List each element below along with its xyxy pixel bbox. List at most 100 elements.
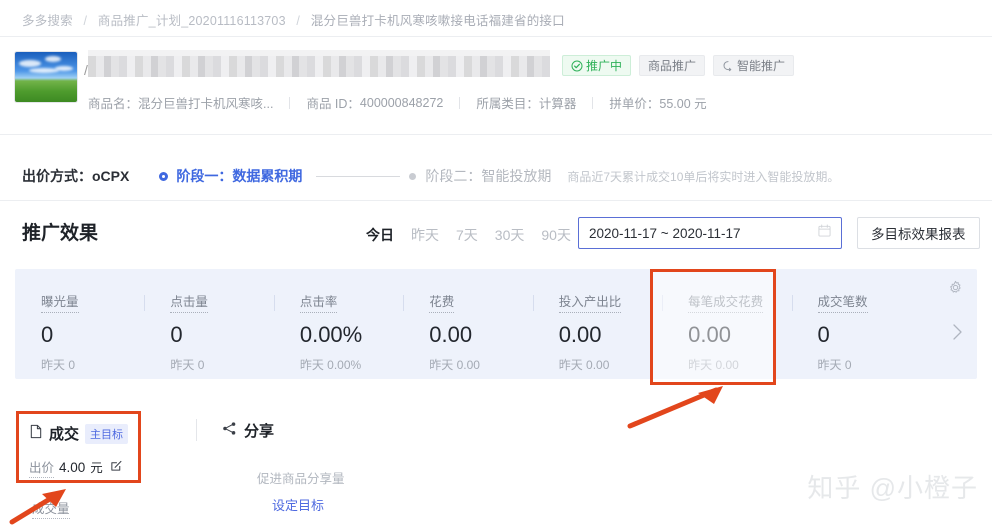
breadcrumb-item-0[interactable]: 多多搜索 xyxy=(22,14,73,28)
status-badge-label: 商品推广 xyxy=(648,59,697,73)
product-divider xyxy=(0,134,992,135)
metric-label: 投入产出比 xyxy=(558,291,622,313)
goal-bid-amount: 4.00 xyxy=(59,460,86,475)
breadcrumb-item-2: 混分巨兽打卡机风寒咳嗽接电话福建省的接口 xyxy=(310,14,565,28)
metric-compare: 昨天 0 xyxy=(41,358,76,372)
product-meta-price-value: 55.00 元 xyxy=(659,97,707,111)
header-divider xyxy=(0,36,992,37)
multi-goal-report-label: 多目标效果报表 xyxy=(871,227,966,242)
metric-card-impressions[interactable]: 曝光量 0 昨天 0 xyxy=(15,291,144,379)
metric-compare: 昨天 0 xyxy=(817,358,852,372)
bid-stage-note: 商品近7天累计成交10单后将实时进入智能投放期。 xyxy=(567,169,840,184)
goal-bid-unit: 元 xyxy=(90,461,103,475)
metric-card-ctr[interactable]: 点击率 0.00% 昨天 0.00% xyxy=(273,291,403,379)
product-meta-category-label: 所属类目： xyxy=(476,97,539,111)
check-circle-icon xyxy=(571,60,583,72)
product-thumbnail xyxy=(15,52,77,102)
range-tab-7days[interactable]: 7天 xyxy=(456,225,478,245)
sparkle-icon xyxy=(722,60,734,72)
product-meta-id-value: 400000848272 xyxy=(359,95,444,110)
page-root: 多多搜索 / 商品推广_计划_20201116113703 / 混分巨兽打卡机风… xyxy=(0,0,992,528)
breadcrumb: 多多搜索 / 商品推广_计划_20201116113703 / 混分巨兽打卡机风… xyxy=(22,10,565,29)
range-tab-yesterday[interactable]: 昨天 xyxy=(411,225,439,245)
goal-bid-label: 出价 xyxy=(29,457,55,478)
date-range-picker[interactable]: 2020-11-17 ~ 2020-11-17 xyxy=(578,217,842,249)
metric-label: 点击量 xyxy=(170,291,208,313)
bid-stage-one: 阶段一：数据累积期 xyxy=(176,168,303,184)
date-range-value: 2020-11-17 ~ 2020-11-17 xyxy=(589,225,741,241)
product-meta-category-value: 计算器 xyxy=(538,97,577,111)
gear-icon[interactable] xyxy=(948,280,963,300)
status-badge-label: 推广中 xyxy=(586,59,623,73)
document-icon xyxy=(29,424,43,444)
product-meta-name-value: 混分巨兽打卡机风寒咳... xyxy=(138,97,274,111)
stage-connector-line xyxy=(316,175,401,177)
metric-card-roi[interactable]: 投入产出比 0.00 昨天 0.00 xyxy=(532,291,662,379)
status-badge-product-promo: 商品推广 xyxy=(639,55,706,76)
breadcrumb-separator: / xyxy=(296,14,301,28)
metric-value: 0.00% xyxy=(299,322,363,347)
bottom-metric-label: 成交量 xyxy=(32,498,70,519)
bid-mode-row: 出价方式：oCPX 阶段一：数据累积期 阶段二：智能投放期 商品近7天累计成交1… xyxy=(22,166,839,186)
edit-icon[interactable] xyxy=(110,459,123,477)
goal-name: 成交 xyxy=(49,426,80,443)
metric-card-clicks[interactable]: 点击量 0 昨天 0 xyxy=(144,291,273,379)
metric-value: 0.00 xyxy=(688,322,731,347)
share-icon xyxy=(222,421,237,441)
metric-card-cost-per-order[interactable]: 每笔成交花费 0.00 昨天 0.00 xyxy=(650,269,791,385)
metric-compare: 昨天 0.00 xyxy=(558,358,610,372)
range-tab-today[interactable]: 今日 xyxy=(366,225,394,245)
multi-goal-report-button[interactable]: 多目标效果报表 xyxy=(857,217,980,249)
date-range-tabs: 今日 昨天 7天 30天 90天 xyxy=(366,225,571,245)
calendar-icon xyxy=(818,224,831,242)
metric-compare: 昨天 0.00 xyxy=(688,358,739,372)
metric-label: 点击率 xyxy=(299,291,338,313)
meta-divider xyxy=(289,96,291,109)
primary-goal-badge: 主目标 xyxy=(85,423,129,444)
metric-value: 0.00 xyxy=(558,322,602,347)
metric-value: 0 xyxy=(41,322,54,347)
metric-compare: 昨天 0 xyxy=(170,358,205,372)
stage-inactive-dot-icon xyxy=(409,172,417,180)
metric-compare: 昨天 0.00 xyxy=(429,358,480,372)
metric-label: 成交笔数 xyxy=(817,291,868,313)
annotation-arrow-to-metric xyxy=(627,386,723,429)
product-meta-name-label: 商品名： xyxy=(88,97,139,111)
range-tab-90days[interactable]: 90天 xyxy=(541,225,571,245)
goal-divider xyxy=(196,419,197,441)
goal-card-share[interactable]: 分享 xyxy=(222,420,274,441)
metric-value: 0 xyxy=(170,322,183,347)
product-meta-price-label: 拼单价： xyxy=(609,97,660,111)
meta-divider xyxy=(459,96,461,109)
metric-value: 0.00 xyxy=(429,322,473,347)
product-meta-id-label: 商品 ID： xyxy=(306,97,360,111)
share-goal-description: 促进商品分享量 xyxy=(257,472,345,486)
bid-divider xyxy=(0,200,992,201)
watermark: 知乎 @小橙子 xyxy=(807,473,978,503)
range-tab-30days[interactable]: 30天 xyxy=(495,225,525,245)
page-title: 推广效果 xyxy=(22,223,99,244)
metric-label: 曝光量 xyxy=(41,291,79,313)
bid-stage-two: 阶段二：智能投放期 xyxy=(425,168,552,184)
product-status-badges: 推广中 商品推广 智能推广 xyxy=(562,55,795,76)
metric-card-orders[interactable]: 成交笔数 0 昨天 0 xyxy=(791,291,921,379)
breadcrumb-item-1[interactable]: 商品推广_计划_20201116113703 xyxy=(98,14,286,28)
meta-divider xyxy=(592,96,594,109)
set-goal-link[interactable]: 设定目标 xyxy=(272,495,324,514)
status-badge-promoting: 推广中 xyxy=(562,55,632,76)
stage-active-dot-icon xyxy=(159,171,169,181)
status-badge-label: 智能推广 xyxy=(737,59,786,73)
goal-card-deal[interactable]: 成交 主目标 出价 4.00 元 xyxy=(16,411,141,483)
metric-label: 每笔成交花费 xyxy=(688,291,764,313)
product-meta: 商品名： 混分巨兽打卡机风寒咳... 商品 ID： 400000848272 所… xyxy=(88,93,707,112)
metric-label: 花费 xyxy=(429,291,455,313)
bid-mode-label: 出价方式：oCPX xyxy=(22,168,130,184)
metrics-panel: 曝光量 0 昨天 0 点击量 0 昨天 0 点击率 0.00% 昨天 0.00%… xyxy=(15,269,977,385)
status-badge-smart-promo: 智能推广 xyxy=(713,55,795,76)
metric-card-spend[interactable]: 花费 0.00 昨天 0.00 xyxy=(403,291,532,379)
metric-compare: 昨天 0.00% xyxy=(299,358,362,372)
goal-name: 分享 xyxy=(244,423,275,440)
chevron-right-icon[interactable] xyxy=(950,323,964,346)
breadcrumb-separator: / xyxy=(83,14,88,28)
metrics-tools xyxy=(921,280,977,379)
